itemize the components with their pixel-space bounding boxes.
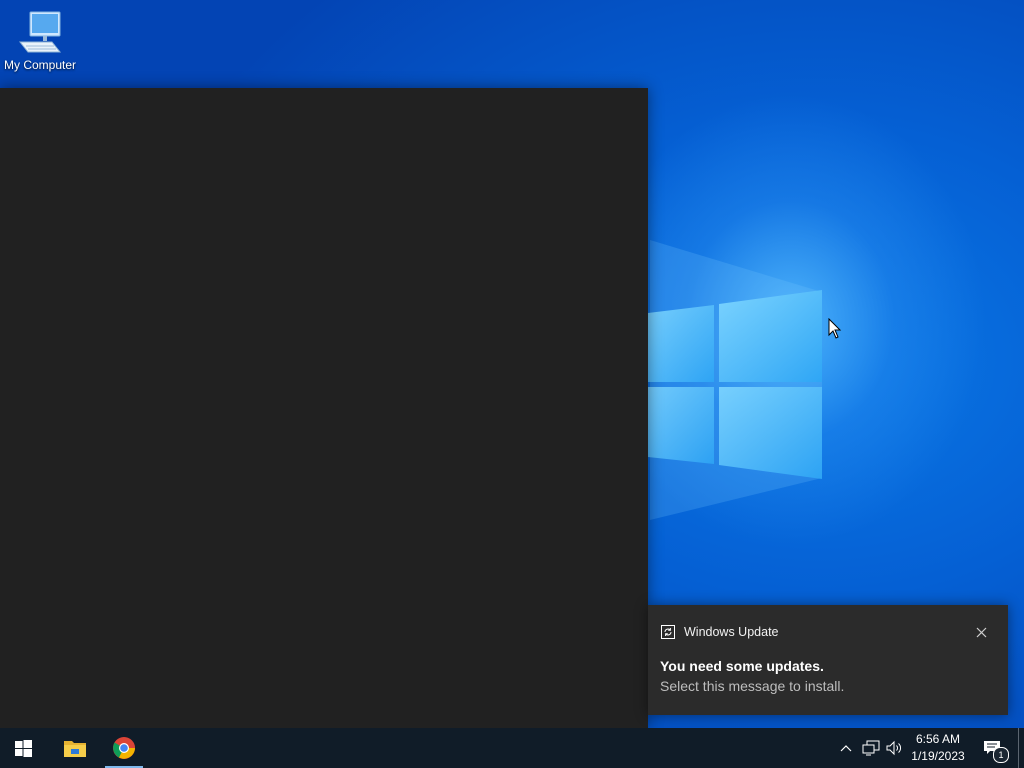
volume-icon (886, 740, 901, 756)
start-button[interactable] (0, 728, 46, 768)
toast-app-name: Windows Update (684, 625, 779, 639)
windows-update-notification[interactable]: Windows Update You need some updates. Se… (648, 605, 1008, 715)
toast-body: Select this message to install. (660, 678, 845, 694)
clock-date: 1/19/2023 (911, 749, 965, 763)
action-center-button[interactable]: 1 (972, 728, 1012, 768)
toast-header: Windows Update (660, 623, 779, 641)
toast-title: You need some updates. (660, 658, 824, 674)
taskbar-chrome-button[interactable] (101, 728, 147, 768)
notification-count-badge: 1 (993, 747, 1009, 763)
taskbar-file-explorer-button[interactable] (52, 728, 98, 768)
clock-time: 6:56 AM (915, 732, 961, 746)
show-hidden-icons-button[interactable] (836, 738, 856, 758)
desktop-icon-label: My Computer (3, 58, 77, 72)
chrome-icon (113, 737, 135, 759)
toast-close-button[interactable] (972, 623, 990, 641)
network-icon (862, 740, 880, 756)
close-icon (976, 627, 986, 637)
mouse-pointer-icon (828, 318, 842, 339)
network-status-button[interactable] (861, 738, 881, 758)
computer-icon (18, 11, 62, 53)
blank-dark-window[interactable] (0, 88, 648, 728)
show-desktop-button[interactable] (1018, 728, 1024, 768)
taskbar: 6:56 AM 1/19/2023 1 (0, 728, 1024, 768)
volume-button[interactable] (884, 738, 904, 758)
update-icon (661, 625, 675, 639)
chevron-up-icon (840, 745, 852, 752)
file-explorer-icon (64, 741, 86, 757)
taskbar-clock[interactable]: 6:56 AM 1/19/2023 (906, 731, 970, 765)
desktop-icon-my-computer[interactable]: My Computer (0, 8, 80, 72)
windows-start-icon (14, 739, 32, 757)
